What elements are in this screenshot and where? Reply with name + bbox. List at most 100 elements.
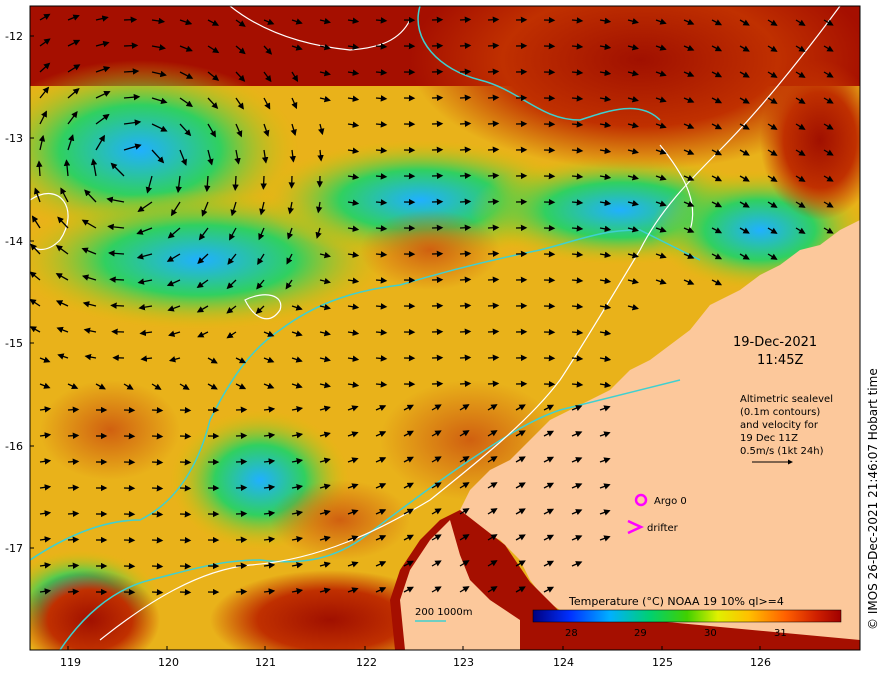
velocity-arrow bbox=[232, 175, 239, 191]
velocity-arrow bbox=[110, 302, 125, 309]
velocity-arrow bbox=[151, 458, 164, 466]
velocity-arrow bbox=[375, 69, 388, 76]
velocity-arrow bbox=[459, 198, 472, 206]
sst-map: 19-Dec-2021 11:45Z Altimetric sealevel (… bbox=[5, 5, 861, 669]
velocity-arrow bbox=[571, 251, 584, 258]
velocity-arrow bbox=[459, 42, 472, 50]
velocity-arrow bbox=[151, 510, 164, 518]
velocity-arrow bbox=[375, 225, 388, 232]
altimetry-line: 0.5m/s (1kt 24h) bbox=[740, 446, 824, 457]
velocity-arrow bbox=[151, 484, 164, 492]
lon-tick: 119 bbox=[60, 656, 81, 669]
map-date: 19-Dec-2021 bbox=[733, 335, 817, 350]
velocity-arrow bbox=[67, 536, 80, 543]
velocity-arrow bbox=[571, 147, 584, 154]
lat-tick: -15 bbox=[5, 337, 23, 350]
velocity-arrow bbox=[571, 277, 584, 284]
velocity-arrow bbox=[459, 224, 472, 232]
velocity-arrow bbox=[571, 95, 584, 102]
velocity-arrow bbox=[571, 381, 584, 388]
velocity-arrow bbox=[487, 172, 500, 180]
velocity-arrow bbox=[487, 68, 500, 76]
velocity-arrow bbox=[571, 199, 584, 206]
velocity-arrow bbox=[571, 225, 584, 232]
velocity-arrow bbox=[487, 42, 500, 50]
velocity-arrow bbox=[571, 329, 584, 336]
altimetry-line: Altimetric sealevel bbox=[740, 394, 833, 405]
colorbar-tick: 30 bbox=[704, 628, 717, 639]
velocity-arrow bbox=[123, 42, 139, 49]
velocity-arrow bbox=[487, 276, 500, 284]
velocity-arrow bbox=[459, 94, 472, 102]
velocity-arrow bbox=[487, 120, 500, 128]
velocity-arrow bbox=[375, 95, 388, 102]
lat-tick: -17 bbox=[5, 542, 23, 555]
velocity-arrow bbox=[487, 146, 500, 154]
colorbar bbox=[532, 609, 842, 623]
lat-tick: -13 bbox=[5, 132, 23, 145]
lon-tick: 125 bbox=[652, 656, 673, 669]
velocity-arrow bbox=[459, 276, 472, 284]
lat-tick: -14 bbox=[5, 235, 23, 248]
lat-tick: -16 bbox=[5, 440, 23, 453]
lon-tick: 122 bbox=[356, 656, 377, 669]
velocity-arrow bbox=[459, 380, 472, 388]
velocity-arrow bbox=[375, 173, 388, 180]
velocity-arrow bbox=[375, 277, 388, 284]
velocity-arrow bbox=[487, 198, 500, 206]
velocity-arrow bbox=[459, 172, 472, 180]
altimetry-line: (0.1m contours) bbox=[740, 407, 820, 418]
velocity-arrow bbox=[487, 354, 500, 362]
argo-label: Argo 0 bbox=[654, 496, 687, 507]
colorbar-tick: 29 bbox=[634, 628, 647, 639]
drifter-label: drifter bbox=[647, 523, 679, 534]
colorbar-tick: 28 bbox=[565, 628, 578, 639]
velocity-arrow bbox=[109, 276, 125, 283]
map-time: 11:45Z bbox=[757, 353, 803, 368]
velocity-arrow bbox=[151, 588, 164, 596]
copyright-notice: © IMOS 26-Dec-2021 21:46:07 Hobart time bbox=[866, 368, 880, 630]
velocity-arrow bbox=[571, 69, 584, 76]
altimetry-line: and velocity for bbox=[740, 420, 819, 431]
velocity-arrow bbox=[487, 16, 500, 24]
velocity-arrow bbox=[67, 432, 80, 439]
velocity-arrow bbox=[67, 406, 80, 413]
lat-axis: -12 -13 -14 -15 -16 -17 bbox=[5, 30, 23, 555]
velocity-arrow bbox=[67, 510, 80, 517]
isobath-legend: 200 1000m bbox=[415, 607, 472, 618]
lat-tick: -12 bbox=[5, 30, 23, 43]
lon-tick: 123 bbox=[453, 656, 474, 669]
velocity-arrow bbox=[67, 458, 80, 465]
velocity-arrow bbox=[459, 302, 472, 310]
velocity-arrow bbox=[459, 354, 472, 362]
velocity-arrow bbox=[487, 250, 500, 258]
velocity-arrow bbox=[67, 562, 80, 569]
velocity-arrow bbox=[487, 94, 500, 102]
velocity-arrow bbox=[375, 303, 388, 310]
velocity-arrow bbox=[151, 432, 164, 440]
velocity-arrow bbox=[123, 68, 140, 75]
velocity-arrow bbox=[571, 17, 584, 24]
lon-axis: 119 120 121 122 123 124 125 126 bbox=[60, 656, 771, 669]
velocity-arrow bbox=[571, 173, 584, 180]
velocity-arrow bbox=[571, 121, 584, 128]
lon-tick: 121 bbox=[255, 656, 276, 669]
velocity-arrow bbox=[67, 484, 80, 491]
velocity-arrow bbox=[151, 536, 164, 544]
velocity-arrow bbox=[459, 328, 472, 336]
lon-tick: 124 bbox=[553, 656, 574, 669]
velocity-arrow bbox=[375, 199, 388, 206]
velocity-arrow bbox=[459, 16, 472, 24]
velocity-arrow bbox=[123, 16, 138, 23]
velocity-arrow bbox=[487, 302, 500, 310]
velocity-arrow bbox=[375, 17, 388, 24]
velocity-arrow bbox=[67, 588, 80, 595]
velocity-arrow bbox=[459, 250, 472, 258]
colorbar-tick: 31 bbox=[774, 628, 787, 639]
velocity-arrow bbox=[375, 329, 388, 336]
velocity-arrow bbox=[151, 562, 164, 570]
velocity-arrow bbox=[487, 224, 500, 232]
velocity-arrow bbox=[571, 303, 584, 310]
velocity-arrow bbox=[375, 43, 388, 50]
velocity-arrow bbox=[375, 381, 388, 388]
